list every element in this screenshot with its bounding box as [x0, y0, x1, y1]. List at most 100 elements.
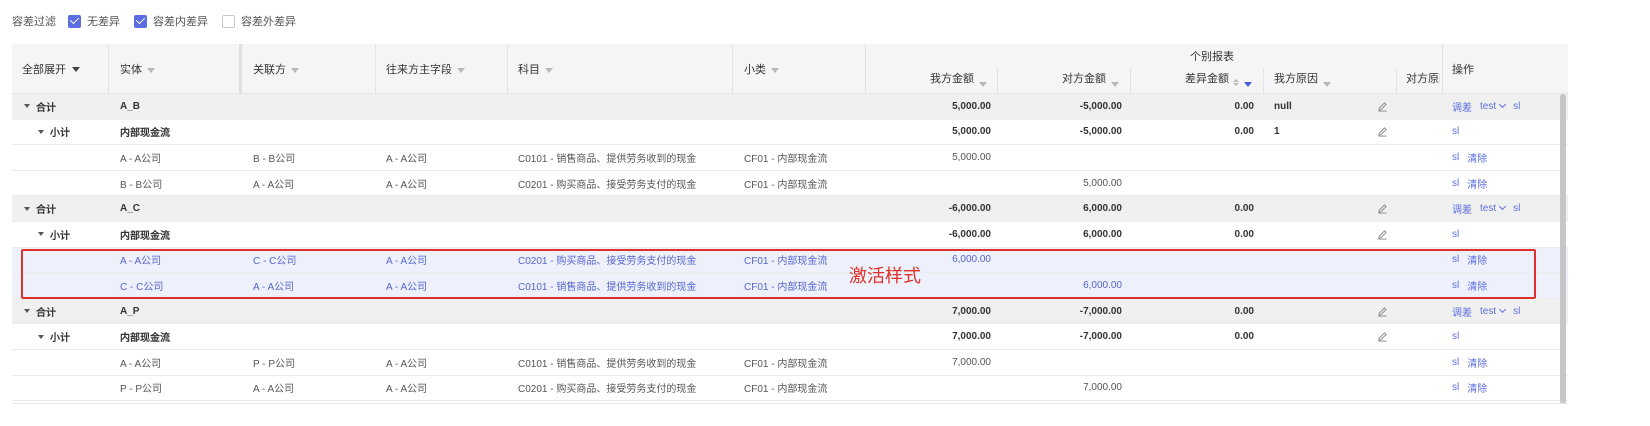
our-amount-cell: 7,000.00 — [952, 305, 991, 317]
detail-row[interactable]: B - B公司 A - A公司 A - A公司 C0201 - 购买商品、接受劳务支付… — [12, 171, 1568, 197]
sl-link[interactable]: sl — [1452, 357, 1459, 368]
sl-link[interactable]: sl — [1452, 280, 1459, 291]
filter-icon[interactable] — [1323, 82, 1331, 87]
counterpart-cell: A - A公司 — [386, 384, 428, 396]
sl-link[interactable]: sl — [1513, 101, 1520, 112]
sort-icon[interactable] — [1233, 79, 1239, 86]
total-row[interactable]: 合计 A_C -6,000.00 6,000.00 0.00 调差 test sl — [12, 196, 1568, 222]
test-dropdown[interactable]: test — [1480, 305, 1507, 317]
edit-reason-button[interactable] — [1377, 196, 1388, 221]
expand-all-header[interactable]: 全部展开 — [22, 44, 112, 94]
table-bottom-border — [12, 403, 1568, 404]
counterpart-field-header: 往来方主字段 — [386, 44, 465, 94]
edit-reason-button[interactable] — [1377, 94, 1388, 119]
filter-outside-tolerance-checkbox[interactable]: 容差外差异 — [222, 13, 296, 29]
caret-down-icon — [24, 309, 30, 314]
checkbox-checked-icon[interactable] — [68, 14, 81, 28]
divider — [732, 44, 733, 94]
row-toggle[interactable]: 小计 — [38, 120, 70, 145]
filter-within-tolerance-checkbox[interactable]: 容差内差异 — [134, 13, 208, 29]
test-dropdown[interactable]: test — [1480, 203, 1507, 214]
clear-link[interactable]: 清除 — [1467, 176, 1487, 191]
row-toggle[interactable]: 小计 — [38, 222, 70, 247]
pencil-icon — [1377, 101, 1388, 112]
filter-icon[interactable] — [1111, 82, 1119, 87]
filter-icon[interactable] — [771, 67, 779, 73]
caret-down-icon — [38, 129, 44, 134]
diff-amount-cell: 0.00 — [1234, 100, 1254, 112]
subtotal-row[interactable]: 小计 内部现金流 -6,000.00 6,000.00 0.00 sl — [12, 221, 1568, 248]
entity-header-label: 实体 — [120, 64, 142, 76]
sl-link[interactable]: sl — [1513, 203, 1520, 214]
clear-link[interactable]: 清除 — [1467, 252, 1487, 267]
clear-link[interactable]: 清除 — [1467, 278, 1487, 293]
subcategory-cell: CF01 - 内部现金流 — [744, 153, 828, 165]
edit-reason-button[interactable] — [1377, 120, 1388, 145]
sl-link[interactable]: sl — [1452, 254, 1459, 265]
reconciliation-table: 全部展开 实体 关联方 往来方主字段 科目 小类 个别报表 我方金额 对方金额 — [12, 44, 1568, 406]
sl-link[interactable]: sl — [1452, 331, 1459, 342]
active-detail-row[interactable]: C - C公司 A - A公司 A - A公司 C0101 - 销售商品、提供劳务收到… — [12, 273, 1568, 299]
row-toggle[interactable]: 合计 — [24, 196, 56, 221]
sl-link[interactable]: sl — [1452, 382, 1459, 393]
diff-amount-cell — [1130, 248, 1254, 273]
adjust-diff-link[interactable]: 调差 — [1452, 99, 1472, 114]
row-actions: sl — [1452, 120, 1459, 145]
clear-link[interactable]: 清除 — [1467, 380, 1487, 395]
diff-amount-cell — [1130, 145, 1254, 170]
scrollbar-thumb[interactable] — [1560, 94, 1566, 404]
entity-cell: A - A公司 — [120, 256, 162, 268]
their-amount-cell: -7,000.00 — [1079, 331, 1122, 343]
checkbox-label: 无差异 — [87, 16, 120, 28]
sl-link[interactable]: sl — [1452, 152, 1459, 163]
our-amount-label: 我方金额 — [930, 73, 974, 85]
row-toggle[interactable]: 合计 — [24, 94, 56, 119]
entity-header: 实体 — [120, 44, 155, 94]
filter-icon[interactable] — [979, 82, 987, 87]
diff-amount-header: 差异金额 — [1130, 44, 1252, 94]
row-actions: 调差 test sl — [1452, 94, 1520, 119]
related-header: 关联方 — [253, 44, 299, 94]
caret-down-icon — [24, 206, 30, 211]
checkbox-checked-icon[interactable] — [134, 14, 147, 28]
pencil-icon — [1377, 229, 1388, 240]
filter-icon[interactable] — [457, 67, 465, 73]
filter-icon[interactable] — [545, 67, 553, 73]
detail-row[interactable]: A - A公司 B - B公司 A - A公司 C0101 - 销售商品、提供劳务收到… — [12, 145, 1568, 171]
clear-link[interactable]: 清除 — [1467, 355, 1487, 370]
their-amount-header: 对方金额 — [997, 44, 1119, 94]
edit-reason-button[interactable] — [1377, 222, 1388, 247]
subtotal-row[interactable]: 小计 内部现金流 7,000.00 -7,000.00 0.00 sl — [12, 324, 1568, 350]
filter-no-diff-checkbox[interactable]: 无差异 — [68, 13, 120, 29]
edit-reason-button[interactable] — [1377, 299, 1388, 324]
subtotal-row[interactable]: 小计 内部现金流 5,000.00 -5,000.00 0.00 1 sl — [12, 119, 1568, 146]
subcategory-cell: CF01 - 内部现金流 — [744, 281, 828, 293]
adjust-diff-link[interactable]: 调差 — [1452, 304, 1472, 319]
expand-all-label: 全部展开 — [22, 64, 66, 76]
detail-row[interactable]: P - P公司 A - A公司 A - A公司 C0201 - 购买商品、接受劳务支付… — [12, 376, 1568, 402]
our-reason-header: 我方原因 — [1274, 44, 1331, 94]
sl-link[interactable]: sl — [1452, 229, 1459, 240]
row-toggle[interactable]: 合计 — [24, 299, 56, 324]
filter-icon[interactable] — [291, 67, 299, 73]
filter-icon[interactable] — [147, 67, 155, 73]
sl-link[interactable]: sl — [1452, 126, 1459, 137]
active-detail-row[interactable]: A - A公司 C - C公司 A - A公司 C0201 - 购买商品、接受劳务支付… — [12, 247, 1568, 274]
adjust-diff-link[interactable]: 调差 — [1452, 201, 1472, 216]
total-row[interactable]: 合计 A_P 7,000.00 -7,000.00 0.00 调差 test sl — [12, 298, 1568, 325]
checkbox-unchecked-icon[interactable] — [222, 14, 235, 28]
sl-link[interactable]: sl — [1513, 306, 1520, 317]
row-toggle[interactable]: 小计 — [38, 324, 70, 349]
related-cell: B - B公司 — [253, 153, 296, 165]
entity-cell: B - B公司 — [120, 179, 163, 191]
filter-active-icon[interactable] — [1244, 82, 1252, 87]
test-dropdown[interactable]: test — [1480, 100, 1507, 112]
total-row[interactable]: 合计 A_B 5,000.00 -5,000.00 0.00 null 调差 test sl — [12, 94, 1568, 120]
sl-link[interactable]: sl — [1452, 178, 1459, 189]
edit-reason-button[interactable] — [1377, 324, 1388, 349]
related-header-label: 关联方 — [253, 64, 286, 76]
vertical-scrollbar[interactable] — [1560, 94, 1566, 404]
clear-link[interactable]: 清除 — [1467, 150, 1487, 165]
row-actions: sl 清除 — [1452, 376, 1487, 401]
detail-row[interactable]: A - A公司 P - P公司 A - A公司 C0101 - 销售商品、提供劳务收到… — [12, 350, 1568, 376]
